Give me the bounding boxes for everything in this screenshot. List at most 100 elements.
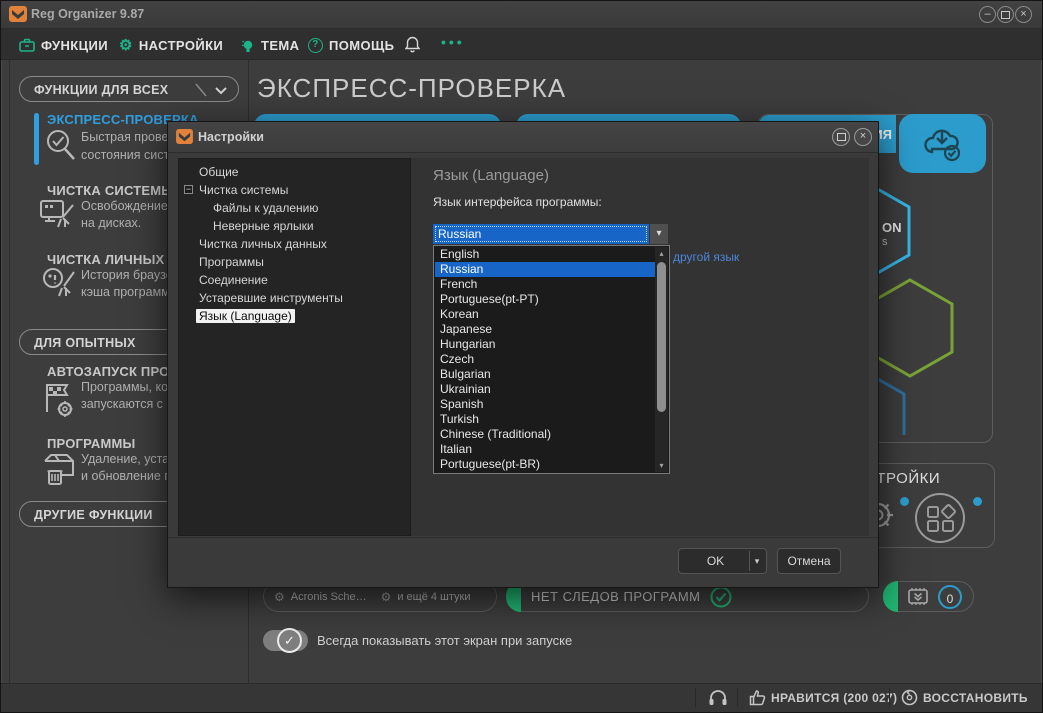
ok-button-label: OK [706,554,725,568]
menu-functions-label: ФУНКЦИИ [41,37,108,53]
titlebar[interactable]: Reg Organizer 9.87 – × [1,1,1042,29]
restore-button[interactable]: ВОССТАНОВИТЬ [923,691,1028,705]
option-korean[interactable]: Korean [435,307,655,322]
tree-item-programs[interactable]: Программы [179,253,430,271]
ok-dropdown-arrow[interactable]: ▾ [750,549,764,573]
option-chinese-traditional[interactable]: Chinese (Traditional) [435,427,655,442]
dialog-close-button[interactable]: × [854,128,872,146]
scan-item-acronis: Acronis Sche… [290,590,367,603]
maximize-button[interactable] [997,6,1014,23]
language-combobox[interactable]: Russian [433,224,649,244]
tree-item-system-clean[interactable]: Чистка системы [179,181,430,199]
broom-alert-icon [41,266,77,300]
combobox-arrow-button[interactable]: ▾ [649,224,668,244]
hex-text-2: s [882,236,888,248]
headphones-icon[interactable] [708,688,728,707]
sidebar-item-desc: на дисках. [81,216,142,230]
tree-item-general[interactable]: Общие [179,163,430,181]
toggle-label: Всегда показывать этот экран при запуске [317,633,573,648]
help-icon: ? [308,37,323,53]
tree-item-files-to-delete[interactable]: Файлы к удалению [179,199,444,217]
option-bulgarian[interactable]: Bulgarian [435,367,655,382]
like-button[interactable]: НРАВИТСЯ (200 027) [771,691,897,705]
sidebar-group-all-label: ФУНКЦИИ ДЛЯ ВСЕХ [34,83,169,97]
option-russian[interactable]: Russian [435,262,655,277]
dialog-titlebar[interactable]: Настройки × [168,122,878,153]
sidebar-left-border [9,59,10,683]
menu-more-button[interactable]: ••• [441,34,465,50]
apps-circle-icon [915,493,965,543]
thumbs-up-icon[interactable] [749,689,766,706]
tree-item-language-label: Язык (Language) [196,309,295,323]
translate-link[interactable]: другой язык [673,250,739,264]
option-portuguese-pt[interactable]: Portuguese(pt-PT) [435,292,655,307]
chip-counter-pill[interactable]: 0 [883,581,974,612]
window-title: Reg Organizer 9.87 [31,7,145,21]
scroll-up-icon[interactable]: ▴ [655,247,668,260]
option-japanese[interactable]: Japanese [435,322,655,337]
sidebar-group-all[interactable]: ФУНКЦИИ ДЛЯ ВСЕХ [19,76,239,102]
tree-expander-icon[interactable]: − [184,185,193,194]
option-hungarian[interactable]: Hungarian [435,337,655,352]
scan-item-more: и ещё 4 штуки [397,590,471,603]
briefcase-icon [19,38,35,52]
box-trash-icon [41,451,79,487]
dialog-maximize-button[interactable] [832,128,850,146]
tree-item-language[interactable]: Язык (Language) [179,307,427,325]
tree-item-invalid-shortcuts[interactable]: Неверные ярлыки [179,217,444,235]
chip-icon [908,587,928,605]
tree-item-obsolete-tools[interactable]: Устаревшие инструменты [179,289,430,307]
update-tab[interactable] [899,114,986,173]
menu-settings-label: НАСТРОЙКИ [138,37,224,53]
sidebar-item-desc: кэша программ [81,285,170,299]
flag-gear-icon [41,382,79,420]
statusbar-divider [737,688,738,707]
option-turkish[interactable]: Turkish [435,412,655,427]
language-dropdown-list[interactable]: English Russian French Portuguese(pt-PT)… [433,245,670,474]
combo-label: Язык интерфейса программы: [433,195,602,209]
gear-icon: ⚙ [380,589,392,604]
toggle-knob[interactable]: ✓ [277,628,302,653]
tree-item-connection[interactable]: Соединение [179,271,430,289]
restore-icon[interactable] [901,689,918,706]
notification-dot [900,497,909,506]
counter-badge: 0 [938,584,962,609]
statusbar-divider [695,688,696,707]
option-italian[interactable]: Italian [435,442,655,457]
dialog-title: Настройки [198,130,264,144]
cancel-button[interactable]: Отмена [777,548,841,574]
option-english[interactable]: English [435,247,655,262]
settings-tree[interactable]: Общие Чистка системы − Файлы к удалению … [178,158,411,536]
menu-theme-label: ТЕМА [261,37,300,53]
scroll-down-icon[interactable]: ▾ [655,459,668,472]
menu-functions[interactable]: ФУНКЦИИ [19,36,108,54]
check-circle-icon [710,586,732,607]
tree-item-private-data[interactable]: Чистка личных данных [179,235,430,253]
minimize-button[interactable]: – [979,6,996,23]
app-window: Reg Organizer 9.87 – × ФУНКЦИИ ⚙ НАСТРОЙ… [0,0,1043,713]
close-button[interactable]: × [1015,6,1032,23]
notification-dot [973,497,982,506]
menu-help-label: ПОМОЩЬ [329,37,395,53]
sidebar-item-system-clean[interactable]: ЧИСТКА СИСТЕМЫ [47,183,174,198]
bulb-icon [241,38,255,53]
ok-button[interactable]: OK ▾ [678,548,767,574]
gear-icon: ⚙ [274,589,285,604]
option-french[interactable]: French [435,277,655,292]
option-czech[interactable]: Czech [435,352,655,367]
menu-settings[interactable]: ⚙ НАСТРОЙКИ [119,36,223,54]
menu-help[interactable]: ? ПОМОЩЬ [308,36,394,54]
scrollbar-thumb[interactable] [657,262,666,412]
menu-theme[interactable]: ТЕМА [241,36,299,54]
sidebar-group-advanced-label: ДЛЯ ОПЫТНЫХ [34,336,136,350]
statusbar-divider [889,688,890,707]
dropdown-scrollbar[interactable]: ▴ ▾ [655,247,668,472]
app-logo-icon [176,129,193,144]
option-ukrainian[interactable]: Ukrainian [435,382,655,397]
bell-icon[interactable] [405,36,420,53]
no-traces-label: НЕТ СЛЕДОВ ПРОГРАММ [531,589,701,604]
option-portuguese-br[interactable]: Portuguese(pt-BR) [435,457,655,472]
dialog-footer-divider [168,537,878,538]
option-spanish[interactable]: Spanish [435,397,655,412]
sidebar-item-programs[interactable]: ПРОГРАММЫ [47,436,135,451]
